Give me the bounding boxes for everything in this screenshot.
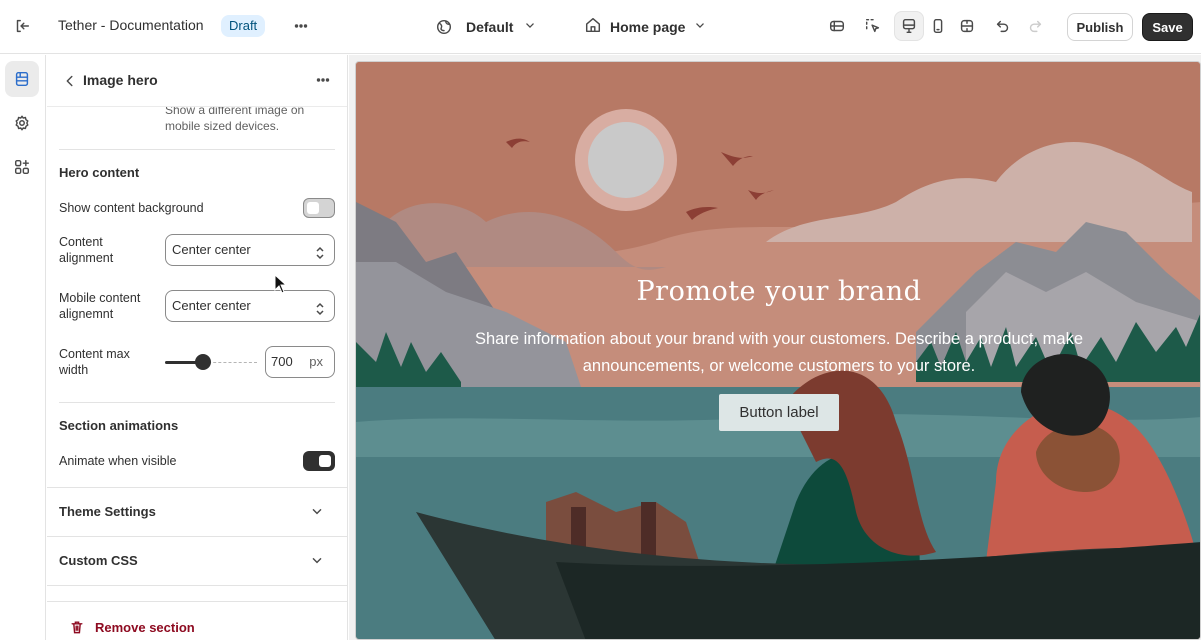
full-width-icon[interactable]	[952, 11, 982, 41]
globe-icon	[432, 12, 456, 42]
select-chevrons-icon	[314, 298, 326, 328]
divider	[59, 402, 335, 403]
slider-track	[203, 362, 257, 363]
more-actions-icon[interactable]	[286, 11, 316, 41]
theme-settings-accordion[interactable]: Theme Settings	[47, 487, 347, 536]
undo-icon[interactable]	[988, 11, 1018, 41]
image-hero-section[interactable]: Promote your brand Share information abo…	[355, 61, 1201, 640]
show-background-toggle[interactable]	[303, 198, 335, 218]
section-animations-heading: Section animations	[59, 418, 179, 433]
divider	[59, 149, 335, 150]
remove-section-button[interactable]: Remove section	[47, 601, 347, 640]
mouse-cursor-icon	[274, 274, 288, 294]
hero-description: Share information about your brand with …	[474, 330, 1084, 375]
content-alignment-select[interactable]: Center center	[165, 234, 335, 266]
panel-title: Image hero	[83, 72, 158, 88]
desktop-view-icon[interactable]	[894, 11, 924, 41]
max-width-unit: px	[309, 354, 323, 369]
settings-gear-icon[interactable]	[5, 105, 39, 141]
left-rail	[0, 55, 46, 640]
mobile-alignment-select[interactable]: Center center	[165, 290, 335, 322]
apps-icon[interactable]	[5, 149, 39, 185]
divider	[47, 585, 347, 586]
page-dropdown[interactable]: Home page	[584, 12, 707, 42]
chevron-down-icon	[309, 503, 325, 524]
mobile-view-icon[interactable]	[923, 11, 953, 41]
theme-dropdown[interactable]: Default	[432, 12, 537, 42]
top-bar: Tether - Documentation Draft Default Hom…	[0, 0, 1201, 54]
exit-icon[interactable]	[7, 11, 37, 41]
back-arrow-icon[interactable]	[55, 66, 85, 96]
max-width-input[interactable]: 700 px	[265, 346, 335, 378]
save-button[interactable]: Save	[1142, 13, 1193, 41]
page-dropdown-label: Home page	[610, 19, 686, 35]
max-width-value: 700	[271, 354, 293, 369]
animate-label: Animate when visible	[59, 454, 177, 468]
mobile-alignment-label: Mobile content alignemnt	[59, 291, 141, 321]
theme-dropdown-label: Default	[466, 19, 514, 35]
chevron-down-icon	[309, 552, 325, 573]
max-width-slider[interactable]	[165, 352, 257, 372]
select-element-icon[interactable]	[858, 11, 888, 41]
sections-icon[interactable]	[5, 61, 39, 97]
show-background-label: Show content background	[59, 201, 204, 215]
slider-thumb[interactable]	[195, 354, 211, 370]
redo-icon[interactable]	[1020, 11, 1050, 41]
publish-button[interactable]: Publish	[1067, 13, 1133, 41]
more-options-icon[interactable]	[308, 65, 338, 95]
store-title: Tether - Documentation	[58, 17, 204, 33]
chevron-down-icon	[523, 18, 537, 37]
hero-heading: Promote your brand	[636, 276, 922, 307]
status-badge: Draft	[221, 15, 266, 37]
inspector-icon[interactable]	[822, 11, 852, 41]
trash-icon	[69, 619, 85, 640]
hero-content-heading: Hero content	[59, 165, 140, 180]
theme-settings-label: Theme Settings	[59, 504, 156, 519]
mobile-alignment-value: Center center	[172, 298, 251, 313]
max-width-label: Content max width	[59, 347, 130, 377]
content-alignment-value: Center center	[172, 242, 251, 257]
chevron-down-icon	[693, 18, 707, 37]
select-chevrons-icon	[314, 242, 326, 272]
panel-header: Image hero	[47, 55, 347, 107]
hero-cta-button[interactable]: Button label	[719, 394, 839, 431]
remove-section-label: Remove section	[95, 620, 195, 635]
animate-toggle[interactable]	[303, 451, 335, 471]
custom-css-accordion[interactable]: Custom CSS	[47, 536, 347, 585]
custom-css-label: Custom CSS	[59, 553, 138, 568]
home-icon	[584, 16, 602, 39]
settings-panel: Image hero Show a different image on mob…	[47, 55, 348, 640]
content-alignment-label: Content alignment	[59, 235, 114, 265]
preview-area: Promote your brand Share information abo…	[349, 55, 1201, 640]
